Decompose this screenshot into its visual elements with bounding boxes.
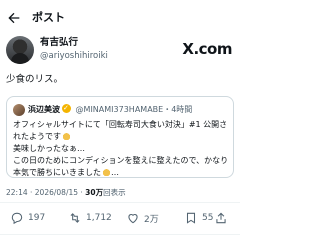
top-bar: ポスト [0, 0, 240, 36]
x-logo: X.com [182, 40, 232, 58]
author-handle[interactable]: @ariyoshihiroiki [40, 51, 108, 62]
author-header: 有吉弘行 @ariyoshihiroiki X.com [6, 34, 234, 68]
like-button[interactable]: 2万 [126, 210, 159, 226]
verified-icon [62, 102, 71, 114]
view-count: 30万 [85, 188, 104, 197]
share-button[interactable] [214, 210, 232, 226]
quote-age: 4時間 [171, 105, 193, 114]
bookmark-count: 55 [202, 213, 214, 223]
quote-author-handle: @MINAMI373HAMABE [75, 105, 164, 114]
quote-author-name: 浜辺美波 [28, 105, 60, 114]
quote-header: 浜辺美波 @MINAMI373HAMABE・4時間 [28, 102, 193, 116]
tweet-meta: 22:14 · 2026/08/15 · 30万回表示 [6, 188, 126, 197]
tweet-date: 2026/08/15 [34, 188, 79, 197]
retweet-button[interactable]: 1,712 [68, 210, 112, 226]
tweet-time: 22:14 [6, 188, 28, 197]
retweet-icon [70, 213, 80, 223]
share-icon [216, 212, 226, 224]
bookmark-icon [186, 212, 196, 224]
like-icon [128, 214, 138, 224]
bookmark-button[interactable]: 55 [184, 210, 213, 226]
reply-button[interactable]: 197 [10, 210, 45, 226]
quote-line: 美味しかったなぁ… [13, 144, 85, 153]
reply-count: 197 [28, 213, 46, 223]
divider [0, 234, 240, 235]
quote-separator: ・ [163, 105, 172, 114]
author-name[interactable]: 有吉弘行 [40, 37, 78, 49]
avatar[interactable] [6, 36, 34, 64]
back-arrow-icon[interactable] [6, 10, 22, 26]
quoted-tweet[interactable]: 浜辺美波 @MINAMI373HAMABE・4時間 オフィシャルサイトにて「回転… [6, 96, 234, 178]
quote-line: オフィシャルサイトにて「回転寿司大食い対決」#1 公開されたようです [13, 120, 228, 141]
action-bar: 197 1,712 2万 55 [6, 206, 234, 230]
view-label: 回表示 [103, 188, 126, 197]
like-count: 2万 [144, 214, 159, 225]
emoji-icon [102, 168, 111, 176]
page-title: ポスト [32, 11, 65, 24]
quote-line: この日のためにコンディションを整えに整えたので、かなり本気で勝ちにいきました… [13, 156, 229, 177]
quote-avatar [13, 104, 25, 116]
emoji-icon [62, 132, 71, 140]
reply-icon [11, 212, 23, 225]
retweet-count: 1,712 [86, 213, 112, 223]
tweet-text: 少食のリス。 [6, 74, 64, 85]
divider [0, 202, 240, 203]
quote-body: オフィシャルサイトにて「回転寿司大食い対決」#1 公開されたようです 美味しかっ… [13, 119, 229, 179]
x-logo-text: X.com [182, 40, 232, 58]
